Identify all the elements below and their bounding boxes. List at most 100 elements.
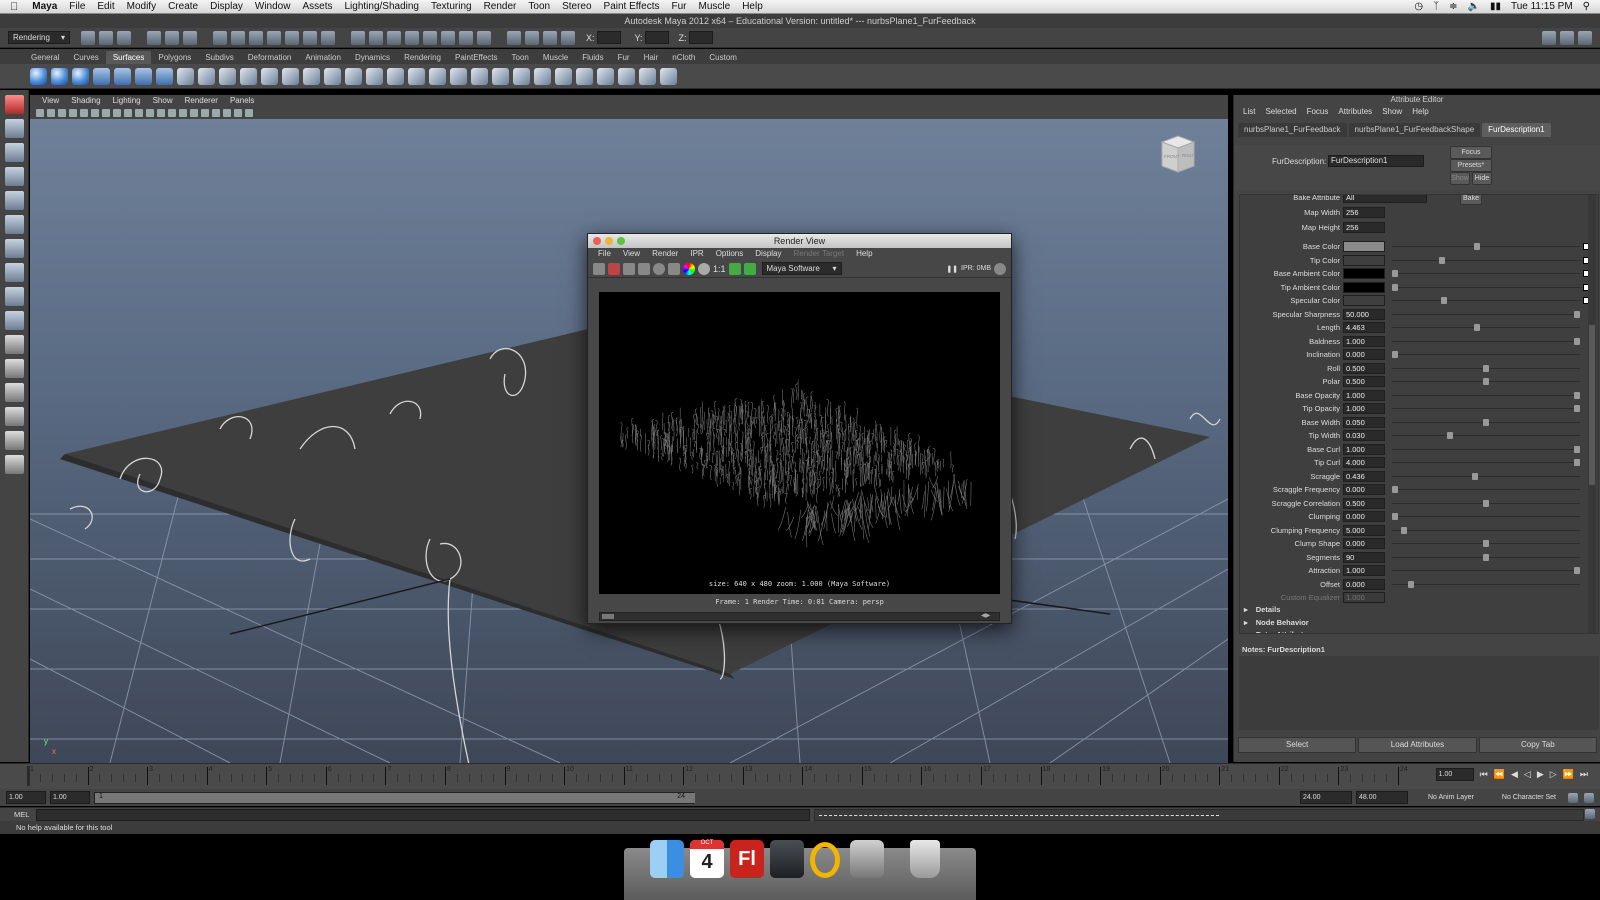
attr-slider-knob[interactable]	[1441, 297, 1448, 304]
snap-curve-icon[interactable]	[231, 30, 245, 45]
select-hierarchy-icon[interactable]	[147, 30, 161, 45]
refresh-ipr-icon[interactable]	[653, 262, 665, 275]
menu-edit[interactable]: Edit	[91, 1, 120, 12]
relative-transform-icon[interactable]	[543, 30, 557, 45]
construction-history-icon[interactable]	[321, 30, 335, 45]
menu-muscle[interactable]: Muscle	[693, 1, 737, 12]
mel-label[interactable]: MEL	[14, 810, 29, 819]
menu-display[interactable]: Display	[204, 1, 249, 12]
ae-tab-furdescription1[interactable]: FurDescription1	[1482, 123, 1551, 137]
film-gate-icon[interactable]	[91, 109, 99, 117]
current-frame-field[interactable]: 1.00	[1435, 768, 1474, 781]
rgb-channels-icon[interactable]	[683, 262, 695, 275]
attr-field-base-opacity[interactable]: 1.000	[1343, 389, 1385, 401]
anim-layer-dropdown[interactable]: No Anim Layer	[1428, 794, 1474, 801]
select-camera-icon[interactable]	[36, 109, 44, 117]
attr-field-tip-width[interactable]: 0.030	[1343, 430, 1385, 441]
snap-grid-icon[interactable]	[213, 30, 227, 45]
attr-slider-knob[interactable]	[1408, 580, 1415, 588]
attr-field-offset[interactable]: 0.000	[1343, 578, 1385, 590]
bake-attribute-dropdown[interactable]: All	[1343, 195, 1427, 203]
ae-tab-nurbsplane1-furfeedbackshape[interactable]: nurbsPlane1_FurFeedbackShape	[1348, 123, 1481, 137]
persp-graph-layout-icon[interactable]	[4, 431, 24, 450]
shelf-tab-curves[interactable]: Curves	[66, 51, 105, 64]
attr-swatch-base-ambient-color[interactable]	[1343, 268, 1385, 279]
real-size-button[interactable]: 1:1	[713, 264, 726, 274]
shelf-tab-ncloth[interactable]: nCloth	[665, 51, 702, 64]
attr-field-segments[interactable]: 90	[1343, 551, 1385, 563]
snapshot-icon[interactable]	[623, 262, 635, 275]
shelf-tab-deformation[interactable]: Deformation	[241, 51, 299, 64]
rebuild-icon[interactable]	[639, 67, 656, 85]
nurbs-plane-icon[interactable]	[114, 67, 131, 85]
volume-icon[interactable]: 🔈	[1468, 1, 1480, 12]
shadows-icon[interactable]	[212, 109, 220, 117]
attr-slider-knob[interactable]	[1439, 256, 1446, 264]
attribute-list[interactable]: Bake Attribute All Bake Map Width 256 Map …	[1239, 194, 1599, 634]
single-layout-icon[interactable]	[4, 335, 24, 354]
x-field[interactable]	[596, 31, 621, 44]
attr-swatch-tip-color[interactable]	[1343, 254, 1385, 266]
attr-slider-knob[interactable]	[1401, 526, 1408, 534]
save-scene-icon[interactable]	[117, 30, 131, 45]
menu-paint-effects[interactable]: Paint Effects	[598, 1, 666, 12]
attr-field-clumping[interactable]: 0.000	[1343, 511, 1385, 522]
booleans-icon[interactable]	[471, 67, 488, 85]
attr-slider-tip-width[interactable]	[1392, 435, 1580, 436]
textured-icon[interactable]	[190, 109, 198, 117]
detach-icon[interactable]	[513, 67, 530, 85]
bluetooth-icon[interactable]: ᛉ	[1433, 1, 1439, 12]
step-back-frame-icon[interactable]: ◀	[1511, 769, 1518, 780]
shelf-tab-painteffects[interactable]: PaintEffects	[448, 51, 505, 64]
image-plane-icon[interactable]	[69, 109, 77, 117]
transform-mode-icon[interactable]	[561, 30, 575, 45]
gate-mask-icon[interactable]	[113, 109, 121, 117]
bookmarks-icon[interactable]	[58, 109, 66, 117]
step-forward-key-icon[interactable]: ⏩	[1563, 769, 1574, 780]
attr-slider-length[interactable]	[1392, 327, 1580, 328]
render-image[interactable]: size: 640 x 480 zoom: 1.000 (Maya Softwa…	[599, 292, 1000, 594]
bevel-plus-icon[interactable]	[366, 67, 383, 85]
attr-slider-knob[interactable]	[1574, 567, 1580, 574]
attr-slider-knob[interactable]	[1483, 499, 1489, 507]
focus-button[interactable]: Focus	[1450, 146, 1492, 159]
render-view-menu-help[interactable]: Help	[850, 248, 878, 260]
ae-button-copy-tab[interactable]: Copy Tab	[1478, 737, 1597, 753]
attr-slider-tip-curl[interactable]	[1392, 462, 1580, 463]
redo-render-icon[interactable]	[593, 262, 605, 275]
attr-slider-clumping[interactable]	[1392, 516, 1580, 517]
isolate-select-icon[interactable]	[223, 109, 231, 117]
menu-modify[interactable]: Modify	[121, 1, 162, 12]
planar-icon[interactable]	[240, 67, 257, 85]
remove-image-icon[interactable]	[743, 262, 756, 275]
attr-field-clumping-frequency[interactable]: 5.000	[1343, 524, 1385, 536]
shelf-tab-custom[interactable]: Custom	[702, 51, 744, 64]
attr-slider-knob[interactable]	[1392, 513, 1398, 520]
attr-field-scraggle-correlation[interactable]: 0.500	[1343, 497, 1385, 509]
section-extra-attributes[interactable]: ▸ Extra Attributes	[1244, 630, 1312, 633]
layer-editor-icon[interactable]	[507, 30, 521, 45]
attr-field-map-height[interactable]: 256	[1343, 222, 1385, 233]
panel-menu-show[interactable]: Show	[147, 95, 179, 107]
ae-tab-nurbsplane1-furfeedback[interactable]: nurbsPlane1_FurFeedback	[1238, 123, 1347, 137]
panel-menu-view[interactable]: View	[36, 95, 65, 107]
render-view-menu-render[interactable]: Render	[646, 248, 684, 260]
shelf-tab-general[interactable]: General	[24, 51, 66, 64]
attr-slider-tip-opacity[interactable]	[1392, 408, 1580, 409]
untrim-icon[interactable]	[450, 67, 467, 85]
menu-window[interactable]: Window	[249, 1, 297, 12]
step-back-key-icon[interactable]: ⏪	[1494, 769, 1505, 780]
input-ops-icon[interactable]	[525, 30, 539, 45]
open-scene-icon[interactable]	[99, 30, 113, 45]
select-tool-icon[interactable]	[4, 95, 24, 114]
scrollbar-thumb[interactable]	[602, 614, 614, 619]
tool-settings-icon[interactable]	[477, 30, 491, 45]
key-icon[interactable]	[1568, 792, 1578, 803]
shelf-tab-fluids[interactable]: Fluids	[575, 51, 610, 64]
lights-icon[interactable]	[201, 109, 209, 117]
ipr-pause-icon[interactable]: ❚❚	[946, 265, 958, 273]
panel-menu-renderer[interactable]: Renderer	[179, 95, 224, 107]
shelf-tab-surfaces[interactable]: Surfaces	[105, 51, 152, 64]
attr-slider-scraggle[interactable]	[1392, 475, 1580, 477]
app-menu[interactable]: Maya	[26, 1, 63, 12]
